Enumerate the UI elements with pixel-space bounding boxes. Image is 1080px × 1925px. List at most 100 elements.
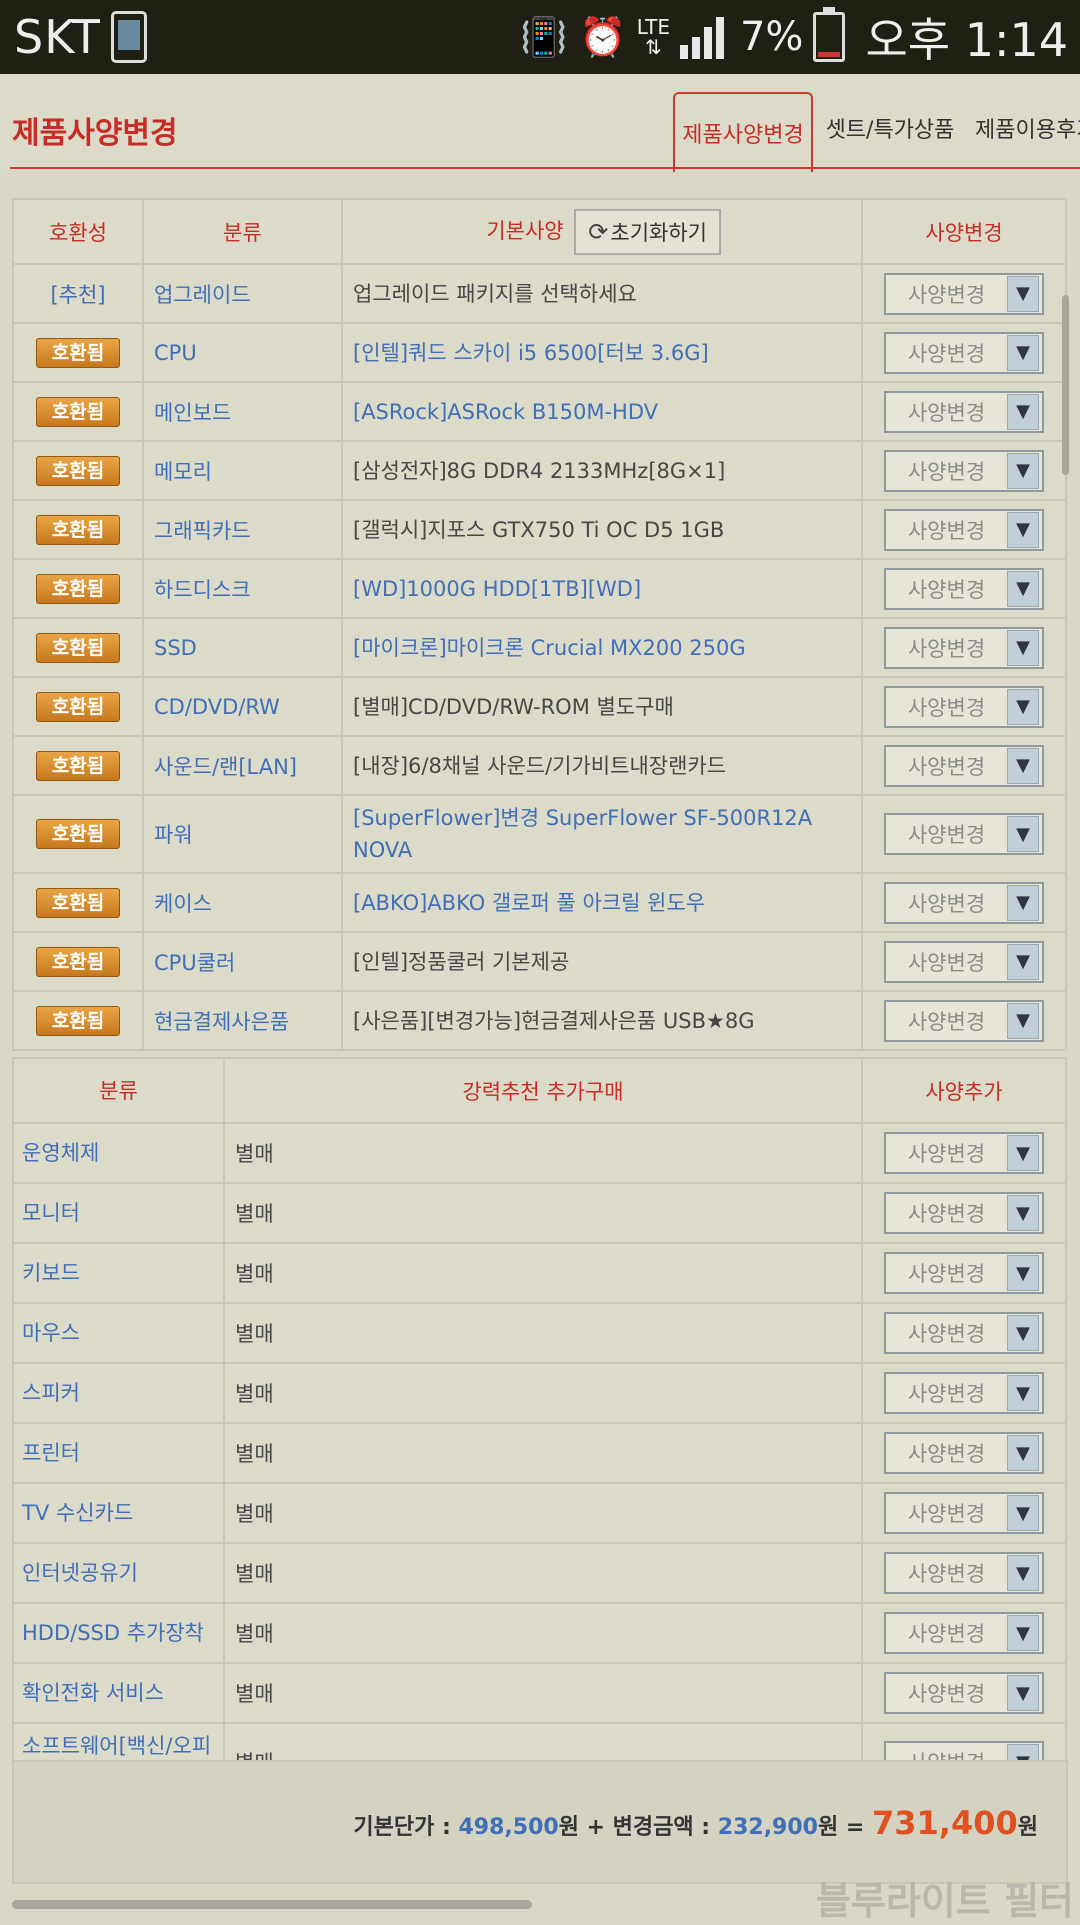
category-link[interactable]: CPU쿨러	[142, 931, 343, 992]
spec-value[interactable]: [SuperFlower]변경 SuperFlower SF-500R12A N…	[341, 794, 863, 874]
spec-change-select[interactable]: 사양변경 ▼	[884, 1672, 1044, 1714]
spec-change-select[interactable]: 사양변경 ▼	[884, 331, 1044, 374]
spec-change-select[interactable]: 사양변경 ▼	[884, 567, 1044, 610]
vertical-scrollbar[interactable]	[1062, 295, 1069, 475]
category-link[interactable]: 사운드/랜[LAN]	[142, 735, 343, 796]
spec-change-select[interactable]: 사양변경 ▼	[884, 1612, 1044, 1654]
change-cell: 사양변경 ▼	[861, 381, 1067, 442]
category-link[interactable]: 하드디스크	[142, 558, 343, 619]
chevron-down-icon: ▼	[1007, 688, 1039, 725]
change-price-value: 232,900	[717, 1815, 818, 1840]
select-label: 사양변경	[907, 1142, 986, 1166]
tab-spec-change[interactable]: 제품사양변경	[673, 92, 813, 172]
extra-item-value: 별매	[223, 1362, 863, 1424]
header-spec-label: 기본사양	[486, 218, 564, 243]
recommend-link[interactable]: [추천]	[50, 283, 105, 307]
spec-change-select[interactable]: 사양변경 ▼	[884, 272, 1044, 315]
tab-reviews[interactable]: 제품이용후기	[975, 92, 1080, 164]
category-link[interactable]: 현금결제사은품	[142, 990, 343, 1051]
spec-change-select[interactable]: 사양변경 ▼	[884, 508, 1044, 551]
spec-row: [추천] 업그레이드 업그레이드 패키지를 선택하세요 사양변경 ▼	[12, 263, 1067, 324]
spec-change-select[interactable]: 사양변경 ▼	[884, 881, 1044, 924]
select-label: 사양변경	[907, 1009, 986, 1034]
chevron-down-icon: ▼	[1007, 570, 1039, 607]
extra-category-link[interactable]: 프린터	[12, 1422, 225, 1484]
header-spec: 기본사양 ⟳초기화하기	[341, 198, 863, 265]
select-label: 사양변경	[907, 1262, 986, 1286]
extra-category-link[interactable]: TV 수신카드	[12, 1482, 225, 1544]
spec-value: [별매]CD/DVD/RW-ROM 별도구매	[341, 676, 863, 737]
spec-change-select[interactable]: 사양변경 ▼	[884, 1312, 1044, 1354]
spec-change-select[interactable]: 사양변경 ▼	[884, 999, 1044, 1042]
extra-category-link[interactable]: 키보드	[12, 1242, 225, 1304]
extra-category-link[interactable]: HDD/SSD 추가장착	[12, 1602, 225, 1664]
spec-row: 호환됨 현금결제사은품 [사은품][변경가능]현금결제사은품 USB★8G 사양변경 ▼	[12, 990, 1067, 1051]
chevron-down-icon: ▼	[1007, 1315, 1039, 1351]
reset-button[interactable]: ⟳초기화하기	[574, 208, 721, 255]
base-price-value: 498,500	[458, 1815, 559, 1840]
spec-value[interactable]: [인텔]쿼드 스카이 i5 6500[터보 3.6G]	[341, 322, 863, 383]
spec-value: [삼성전자]8G DDR4 2133MHz[8G×1]	[341, 440, 863, 501]
change-cell: 사양변경 ▼	[861, 794, 1067, 874]
spec-row: 호환됨 하드디스크 [WD]1000G HDD[1TB][WD] 사양변경 ▼	[12, 558, 1067, 619]
spec-value[interactable]: [마이크론]마이크론 Crucial MX200 250G	[341, 617, 863, 678]
spec-change-select[interactable]: 사양변경 ▼	[884, 1192, 1044, 1234]
spec-value[interactable]: [ASRock]ASRock B150M-HDV	[341, 381, 863, 442]
tab-set-special[interactable]: 셋트/특가상품	[820, 92, 960, 164]
spec-change-select[interactable]: 사양변경 ▼	[884, 626, 1044, 669]
extra-category-link[interactable]: 스피커	[12, 1362, 225, 1424]
screen-mirror-icon	[110, 11, 147, 63]
spec-value[interactable]: [WD]1000G HDD[1TB][WD]	[341, 558, 863, 619]
compat-cell: [추천]	[12, 263, 144, 324]
chevron-down-icon: ▼	[1007, 275, 1039, 312]
select-label: 사양변경	[907, 1502, 986, 1526]
spec-change-select[interactable]: 사양변경 ▼	[884, 1432, 1044, 1474]
category-link[interactable]: CPU	[142, 322, 343, 383]
compatible-badge: 호환됨	[36, 691, 120, 722]
clock: 오후 1:14	[865, 13, 1068, 67]
change-cell: 사양변경 ▼	[861, 872, 1067, 933]
compatible-badge: 호환됨	[36, 337, 120, 368]
select-label: 사양변경	[907, 459, 986, 484]
extra-category-link[interactable]: 마우스	[12, 1302, 225, 1364]
spec-change-select[interactable]: 사양변경 ▼	[884, 390, 1044, 433]
extra-category-link[interactable]: 모니터	[12, 1182, 225, 1244]
compat-cell: 호환됨	[12, 990, 144, 1051]
spec-change-select[interactable]: 사양변경 ▼	[884, 744, 1044, 787]
category-link[interactable]: 그래픽카드	[142, 499, 343, 560]
category-link[interactable]: CD/DVD/RW	[142, 676, 343, 737]
spec-change-select[interactable]: 사양변경 ▼	[884, 1552, 1044, 1594]
category-link[interactable]: 업그레이드	[142, 263, 343, 324]
spec-value: [사은품][변경가능]현금결제사은품 USB★8G	[341, 990, 863, 1051]
horizontal-scrollbar[interactable]	[12, 1900, 532, 1909]
change-cell: 사양변경 ▼	[861, 440, 1067, 501]
spec-change-select[interactable]: 사양변경 ▼	[884, 1372, 1044, 1414]
chevron-down-icon: ▼	[1007, 1675, 1039, 1711]
select-label: 사양변경	[907, 754, 986, 779]
category-link[interactable]: SSD	[142, 617, 343, 678]
chevron-down-icon: ▼	[1007, 1615, 1039, 1651]
spec-change-select[interactable]: 사양변경 ▼	[884, 940, 1044, 983]
compat-cell: 호환됨	[12, 931, 144, 992]
spec-change-select[interactable]: 사양변경 ▼	[884, 1132, 1044, 1174]
extra-category-link[interactable]: 인터넷공유기	[12, 1542, 225, 1604]
chevron-down-icon: ▼	[1007, 943, 1039, 980]
category-link[interactable]: 케이스	[142, 872, 343, 933]
spec-change-select[interactable]: 사양변경 ▼	[884, 685, 1044, 728]
spec-change-select[interactable]: 사양변경 ▼	[884, 813, 1044, 855]
alarm-icon: ⏰	[579, 14, 627, 59]
category-link[interactable]: 파워	[142, 794, 343, 874]
category-link[interactable]: 메모리	[142, 440, 343, 501]
spec-change-select[interactable]: 사양변경 ▼	[884, 1252, 1044, 1294]
spec-value[interactable]: [ABKO]ABKO 갤로퍼 풀 아크릴 윈도우	[341, 872, 863, 933]
extra-category-link[interactable]: 운영체제	[12, 1122, 225, 1184]
spec-change-select[interactable]: 사양변경 ▼	[884, 449, 1044, 492]
compatible-badge: 호환됨	[36, 887, 120, 918]
compat-cell: 호환됨	[12, 676, 144, 737]
compatible-badge: 호환됨	[36, 632, 120, 663]
extra-category-link[interactable]: 확인전화 서비스	[12, 1662, 225, 1724]
category-link[interactable]: 메인보드	[142, 381, 343, 442]
chevron-down-icon: ▼	[1007, 1435, 1039, 1471]
spec-change-select[interactable]: 사양변경 ▼	[884, 1492, 1044, 1534]
compat-cell: 호환됨	[12, 558, 144, 619]
